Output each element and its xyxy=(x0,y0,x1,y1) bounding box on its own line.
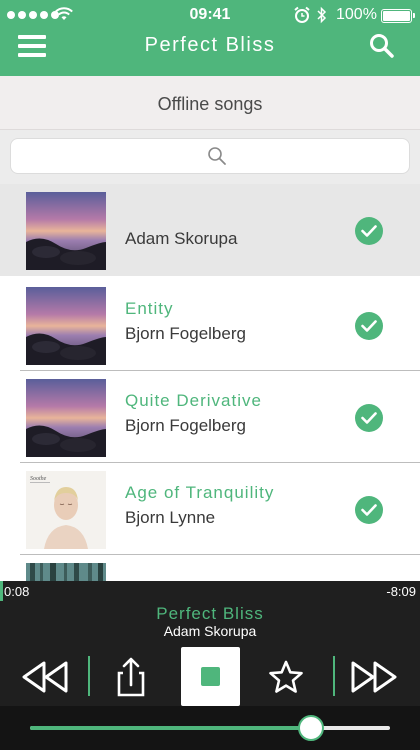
downloaded-check-icon xyxy=(355,312,383,340)
volume-slider[interactable] xyxy=(30,715,390,741)
now-playing-artist: Adam Skorupa xyxy=(163,623,257,639)
song-artist: Bjorn Fogelberg xyxy=(125,416,246,435)
section-header: Offline songs xyxy=(0,76,420,130)
control-divider xyxy=(88,656,90,696)
now-playing-title: Perfect Bliss xyxy=(156,604,264,623)
section-title: Offline songs xyxy=(157,94,263,114)
song-title: Entity xyxy=(125,299,174,318)
album-art-sunset-rocks xyxy=(26,379,106,457)
elapsed-time: 0:08 xyxy=(4,584,30,599)
bluetooth-icon xyxy=(317,6,327,24)
downloaded-check-icon xyxy=(355,496,383,524)
star-icon[interactable] xyxy=(256,657,316,697)
song-artist: Bjorn Lynne xyxy=(125,508,216,527)
volume-area xyxy=(0,706,420,750)
song-row[interactable]: Entity Bjorn Fogelberg xyxy=(0,279,420,371)
remaining-time: -8:09 xyxy=(386,584,416,599)
volume-knob[interactable] xyxy=(297,715,324,741)
song-artist: Adam Skorupa xyxy=(125,229,238,248)
album-art-sunset-rocks xyxy=(26,287,106,365)
search-input[interactable] xyxy=(10,138,410,174)
album-art-sunset-rocks xyxy=(26,192,106,270)
downloaded-check-icon xyxy=(355,217,383,245)
search-icon xyxy=(208,147,226,165)
page-title: Perfect Bliss xyxy=(144,34,276,56)
share-icon[interactable] xyxy=(101,657,161,697)
control-divider xyxy=(333,656,335,696)
downloaded-check-icon xyxy=(355,404,383,432)
alarm-icon xyxy=(294,6,310,23)
song-row[interactable]: Adam Skorupa xyxy=(0,184,420,276)
song-list: Adam Skorupa Entity Bjorn Fogelberg Quit… xyxy=(0,184,420,581)
album-art-caption: Soothe xyxy=(30,476,47,482)
album-art-portrait: Soothe xyxy=(26,471,106,549)
song-row[interactable] xyxy=(0,555,420,581)
battery-icon xyxy=(381,9,415,23)
stop-button[interactable] xyxy=(181,647,240,706)
status-bar: 09:41 100% xyxy=(0,0,420,30)
battery-percentage: 100% xyxy=(336,6,377,23)
song-title: Quite Derivative xyxy=(125,391,262,410)
now-playing-bar: 0:08 -8:09 Perfect Bliss Adam Skorupa xyxy=(0,581,420,750)
search-icon[interactable] xyxy=(369,33,395,59)
volume-fill xyxy=(30,726,311,730)
search-bar-area xyxy=(0,130,420,184)
song-row[interactable]: Quite Derivative Bjorn Fogelberg xyxy=(0,371,420,463)
app-header: 09:41 100% Perfect Bliss xyxy=(0,0,420,76)
song-artist: Bjorn Fogelberg xyxy=(125,324,246,343)
song-row[interactable]: Soothe Age of Tranquility Bjorn Lynne xyxy=(0,463,420,555)
track-progress-bar[interactable] xyxy=(0,581,3,601)
fast-forward-icon[interactable] xyxy=(344,657,404,697)
album-art-forest xyxy=(26,563,106,581)
song-title: Age of Tranquility xyxy=(125,483,275,502)
stop-icon xyxy=(201,667,220,686)
rewind-icon[interactable] xyxy=(15,657,75,697)
